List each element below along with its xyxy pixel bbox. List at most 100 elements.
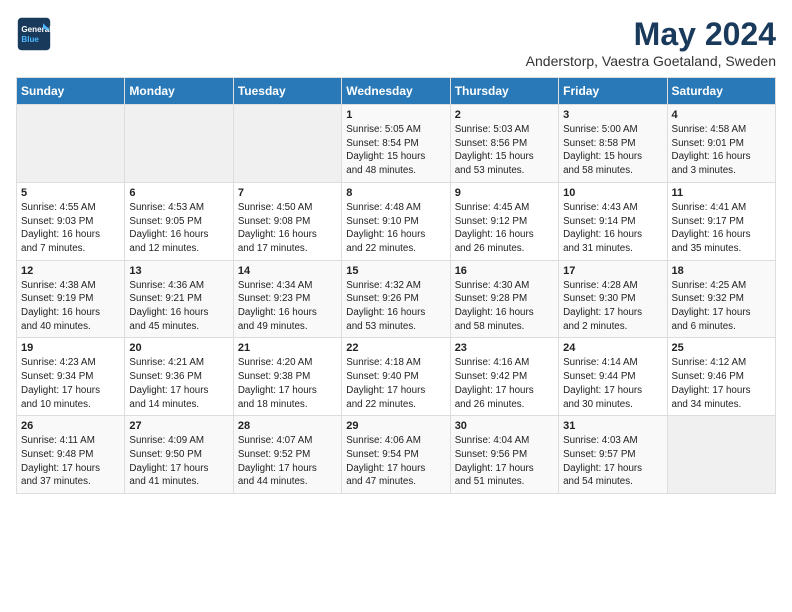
day-info: Sunrise: 4:21 AM Sunset: 9:36 PM Dayligh…: [129, 356, 228, 411]
day-info: Sunrise: 4:58 AM Sunset: 9:01 PM Dayligh…: [672, 123, 771, 178]
calendar-table: SundayMondayTuesdayWednesdayThursdayFrid…: [16, 77, 776, 494]
header-friday: Friday: [559, 78, 667, 105]
header-tuesday: Tuesday: [233, 78, 341, 105]
day-number: 12: [21, 265, 120, 277]
day-number: 2: [455, 109, 554, 121]
day-cell: 10 Sunrise: 4:43 AM Sunset: 9:14 PM Dayli…: [559, 182, 667, 260]
day-cell: 22 Sunrise: 4:18 AM Sunset: 9:40 PM Dayli…: [342, 338, 450, 416]
day-cell: 28 Sunrise: 4:07 AM Sunset: 9:52 PM Dayli…: [233, 416, 341, 494]
day-number: 1: [346, 109, 445, 121]
day-cell: 9 Sunrise: 4:45 AM Sunset: 9:12 PM Daylig…: [450, 182, 558, 260]
day-cell: 7 Sunrise: 4:50 AM Sunset: 9:08 PM Daylig…: [233, 182, 341, 260]
header-monday: Monday: [125, 78, 233, 105]
day-cell: 24Sunrise: 4:14 AM Sunset: 9:44 PM Dayli…: [559, 338, 667, 416]
day-info: Sunrise: 4:53 AM Sunset: 9:05 PM Dayligh…: [129, 201, 228, 256]
day-info: Sunrise: 4:03 AM Sunset: 9:57 PM Dayligh…: [563, 434, 662, 489]
day-info: Sunrise: 4:06 AM Sunset: 9:54 PM Dayligh…: [346, 434, 445, 489]
day-info: Sunrise: 5:00 AM Sunset: 8:58 PM Dayligh…: [563, 123, 662, 178]
day-cell: 5 Sunrise: 4:55 AM Sunset: 9:03 PM Daylig…: [17, 182, 125, 260]
day-cell: 16 Sunrise: 4:30 AM Sunset: 9:28 PM Dayli…: [450, 260, 558, 338]
day-info: Sunrise: 4:30 AM Sunset: 9:28 PM Dayligh…: [455, 279, 554, 334]
day-cell: 20Sunrise: 4:21 AM Sunset: 9:36 PM Dayli…: [125, 338, 233, 416]
day-cell: 25 Sunrise: 4:12 AM Sunset: 9:46 PM Dayli…: [667, 338, 775, 416]
svg-text:Blue: Blue: [21, 35, 39, 44]
day-cell: [667, 416, 775, 494]
day-info: Sunrise: 4:20 AM Sunset: 9:38 PM Dayligh…: [238, 356, 337, 411]
header-sunday: Sunday: [17, 78, 125, 105]
svg-text:General: General: [21, 25, 51, 34]
day-cell: 17 Sunrise: 4:28 AM Sunset: 9:30 PM Dayli…: [559, 260, 667, 338]
logo: General Blue: [16, 16, 52, 52]
day-number: 27: [129, 420, 228, 432]
day-info: Sunrise: 4:36 AM Sunset: 9:21 PM Dayligh…: [129, 279, 228, 334]
day-number: 10: [563, 187, 662, 199]
day-cell: 6 Sunrise: 4:53 AM Sunset: 9:05 PM Daylig…: [125, 182, 233, 260]
day-number: 31: [563, 420, 662, 432]
day-number: 30: [455, 420, 554, 432]
day-cell: 26 Sunrise: 4:11 AM Sunset: 9:48 PM Dayli…: [17, 416, 125, 494]
week-row-2: 5 Sunrise: 4:55 AM Sunset: 9:03 PM Daylig…: [17, 182, 776, 260]
day-number: 9: [455, 187, 554, 199]
day-cell: 1 Sunrise: 5:05 AM Sunset: 8:54 PM Daylig…: [342, 105, 450, 183]
header-wednesday: Wednesday: [342, 78, 450, 105]
day-number: 13: [129, 265, 228, 277]
day-info: Sunrise: 4:11 AM Sunset: 9:48 PM Dayligh…: [21, 434, 120, 489]
day-cell: 12Sunrise: 4:38 AM Sunset: 9:19 PM Dayli…: [17, 260, 125, 338]
day-number: 3: [563, 109, 662, 121]
day-cell: 21 Sunrise: 4:20 AM Sunset: 9:38 PM Dayli…: [233, 338, 341, 416]
day-info: Sunrise: 4:55 AM Sunset: 9:03 PM Dayligh…: [21, 201, 120, 256]
logo-icon: General Blue: [16, 16, 52, 52]
day-info: Sunrise: 5:03 AM Sunset: 8:56 PM Dayligh…: [455, 123, 554, 178]
day-number: 21: [238, 342, 337, 354]
day-cell: 14Sunrise: 4:34 AM Sunset: 9:23 PM Dayli…: [233, 260, 341, 338]
day-number: 11: [672, 187, 771, 199]
day-info: Sunrise: 4:34 AM Sunset: 9:23 PM Dayligh…: [238, 279, 337, 334]
day-info: Sunrise: 4:43 AM Sunset: 9:14 PM Dayligh…: [563, 201, 662, 256]
day-info: Sunrise: 4:04 AM Sunset: 9:56 PM Dayligh…: [455, 434, 554, 489]
main-title: May 2024: [526, 16, 776, 53]
subtitle: Anderstorp, Vaestra Goetaland, Sweden: [526, 53, 776, 69]
calendar-body: 1 Sunrise: 5:05 AM Sunset: 8:54 PM Daylig…: [17, 105, 776, 494]
day-number: 6: [129, 187, 228, 199]
day-number: 19: [21, 342, 120, 354]
day-number: 28: [238, 420, 337, 432]
day-cell: [233, 105, 341, 183]
day-info: Sunrise: 4:28 AM Sunset: 9:30 PM Dayligh…: [563, 279, 662, 334]
day-number: 4: [672, 109, 771, 121]
day-info: Sunrise: 4:23 AM Sunset: 9:34 PM Dayligh…: [21, 356, 120, 411]
page-header: General Blue May 2024 Anderstorp, Vaestr…: [16, 16, 776, 69]
day-cell: 8 Sunrise: 4:48 AM Sunset: 9:10 PM Daylig…: [342, 182, 450, 260]
day-info: Sunrise: 4:32 AM Sunset: 9:26 PM Dayligh…: [346, 279, 445, 334]
day-number: 18: [672, 265, 771, 277]
day-info: Sunrise: 5:05 AM Sunset: 8:54 PM Dayligh…: [346, 123, 445, 178]
day-number: 17: [563, 265, 662, 277]
day-number: 15: [346, 265, 445, 277]
day-cell: 30 Sunrise: 4:04 AM Sunset: 9:56 PM Dayli…: [450, 416, 558, 494]
day-number: 8: [346, 187, 445, 199]
day-number: 22: [346, 342, 445, 354]
day-info: Sunrise: 4:48 AM Sunset: 9:10 PM Dayligh…: [346, 201, 445, 256]
day-info: Sunrise: 4:12 AM Sunset: 9:46 PM Dayligh…: [672, 356, 771, 411]
day-cell: 31 Sunrise: 4:03 AM Sunset: 9:57 PM Dayli…: [559, 416, 667, 494]
day-cell: 27 Sunrise: 4:09 AM Sunset: 9:50 PM Dayli…: [125, 416, 233, 494]
day-number: 23: [455, 342, 554, 354]
day-number: 26: [21, 420, 120, 432]
day-cell: 19 Sunrise: 4:23 AM Sunset: 9:34 PM Dayli…: [17, 338, 125, 416]
day-number: 24: [563, 342, 662, 354]
day-number: 7: [238, 187, 337, 199]
day-number: 29: [346, 420, 445, 432]
week-row-4: 19 Sunrise: 4:23 AM Sunset: 9:34 PM Dayli…: [17, 338, 776, 416]
day-info: Sunrise: 4:45 AM Sunset: 9:12 PM Dayligh…: [455, 201, 554, 256]
day-number: 25: [672, 342, 771, 354]
day-number: 5: [21, 187, 120, 199]
day-cell: 13 Sunrise: 4:36 AM Sunset: 9:21 PM Dayli…: [125, 260, 233, 338]
day-info: Sunrise: 4:50 AM Sunset: 9:08 PM Dayligh…: [238, 201, 337, 256]
day-info: Sunrise: 4:09 AM Sunset: 9:50 PM Dayligh…: [129, 434, 228, 489]
calendar-header: SundayMondayTuesdayWednesdayThursdayFrid…: [17, 78, 776, 105]
day-info: Sunrise: 4:18 AM Sunset: 9:40 PM Dayligh…: [346, 356, 445, 411]
day-number: 16: [455, 265, 554, 277]
day-info: Sunrise: 4:07 AM Sunset: 9:52 PM Dayligh…: [238, 434, 337, 489]
day-cell: 15 Sunrise: 4:32 AM Sunset: 9:26 PM Dayli…: [342, 260, 450, 338]
week-row-1: 1 Sunrise: 5:05 AM Sunset: 8:54 PM Daylig…: [17, 105, 776, 183]
day-cell: [125, 105, 233, 183]
